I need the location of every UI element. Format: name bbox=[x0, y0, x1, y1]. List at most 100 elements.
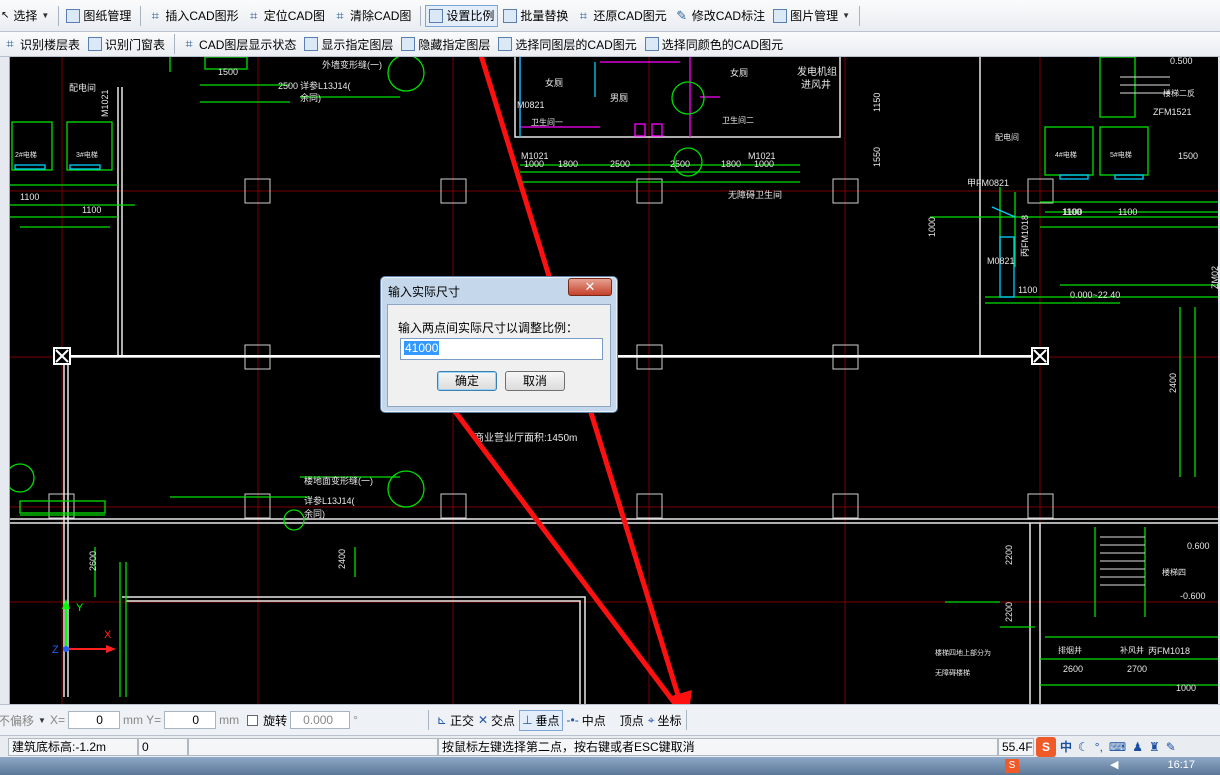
snap-label: 顶点 bbox=[619, 713, 644, 728]
shirt-icon[interactable]: ♜ bbox=[1149, 740, 1160, 754]
sogou-ime-icon[interactable]: S bbox=[1036, 736, 1056, 757]
dialog-prompt: 输入两点间实际尺寸以调整比例： bbox=[398, 321, 579, 335]
snap-coordinate[interactable]: ⌖ 坐标 bbox=[648, 712, 682, 729]
ok-button[interactable]: 确定 bbox=[437, 371, 497, 391]
modify-dim-icon: ✎ bbox=[676, 7, 688, 23]
drawing-text: 女厕 bbox=[730, 67, 748, 78]
modify-cad-dim-button[interactable]: ✎ 修改CAD标注 bbox=[672, 5, 768, 27]
image-manager-dropdown[interactable]: 图片管理 ▼ bbox=[770, 5, 853, 27]
actual-size-input[interactable]: 41000 bbox=[400, 338, 603, 360]
taskbar-app-icon[interactable]: S bbox=[1005, 759, 1019, 773]
taskbar: S ◀ 16:17 bbox=[0, 757, 1220, 775]
snap-vertex[interactable]: 顶点 bbox=[620, 712, 644, 729]
rotate-value: 0.000 bbox=[303, 713, 334, 727]
keyboard-icon[interactable]: ⌨ bbox=[1109, 740, 1126, 754]
drawing-text: 楼梯四地上部分为 bbox=[935, 648, 991, 657]
snap-ortho[interactable]: ⊾ 正交 bbox=[437, 712, 474, 729]
drawing-text: 配电间 bbox=[995, 132, 1019, 142]
snap-intersection[interactable]: ✕ 交点 bbox=[478, 712, 515, 729]
dim-text: 2500 bbox=[670, 159, 690, 169]
moon-icon[interactable]: ☾ bbox=[1078, 740, 1089, 754]
drawing-text: 发电机组 bbox=[797, 65, 837, 78]
drawing-text: 丙FM1018 bbox=[1148, 646, 1190, 656]
same-color-icon bbox=[644, 37, 659, 51]
y-label: mm Y= bbox=[122, 713, 162, 727]
select-dropdown[interactable]: ↖ 选择 ▼ bbox=[0, 5, 52, 27]
intersection-icon: ✕ bbox=[477, 713, 489, 727]
y-field[interactable]: 0 bbox=[164, 711, 217, 729]
batch-replace-button[interactable]: 批量替换 bbox=[500, 5, 571, 27]
dim-text: 2500 bbox=[278, 81, 298, 91]
elevation-status: 建筑底标高:-1.2m bbox=[8, 737, 138, 756]
clear-cad-button[interactable]: ⌗ 清除CAD图 bbox=[330, 5, 414, 27]
dialog-title: 输入实际尺寸 bbox=[388, 285, 461, 299]
dim-text: 1000 bbox=[927, 217, 937, 237]
drawing-text: 补风井 bbox=[1120, 645, 1144, 655]
cad-layer-state-button[interactable]: ⌗ CAD图层显示状态 bbox=[179, 33, 299, 55]
insert-cad-button[interactable]: ⌗ 插入CAD图形 bbox=[145, 5, 241, 27]
drawing-text: M0821 bbox=[517, 100, 545, 110]
identify-door-window-table-button[interactable]: 识别门窗表 bbox=[85, 33, 168, 55]
rotate-field[interactable]: 0.000 bbox=[290, 711, 351, 729]
drawing-text: 排烟井 bbox=[1058, 645, 1082, 655]
snap-midpoint[interactable]: -•- 中点 bbox=[567, 712, 606, 729]
chevron-down-icon: ▼ bbox=[842, 11, 851, 20]
ime-mode[interactable]: 中 bbox=[1060, 738, 1072, 755]
left-panel-strip[interactable] bbox=[0, 57, 10, 704]
coordinate-bar: 不偏移 ▼ X= 0 mm Y= 0 mm 旋转 0.000 ° ⊾ 正交 ✕ 交点… bbox=[0, 704, 1220, 735]
offset-select[interactable]: 不偏移 bbox=[0, 712, 34, 729]
insert-cad-icon: ⌗ bbox=[151, 7, 159, 23]
input-actual-size-dialog: 输入实际尺寸 ✕ 输入两点间实际尺寸以调整比例： 41000 确定 取消 bbox=[380, 276, 618, 413]
drawing-text: 楼地面变形缝(一) bbox=[304, 475, 373, 486]
drawing-text: 卫生间二 bbox=[722, 115, 754, 125]
drawing-text: 3#电梯 bbox=[76, 150, 98, 159]
dim-text: 1100 bbox=[1063, 207, 1082, 217]
set-scale-button[interactable]: 设置比例 bbox=[425, 4, 499, 27]
restore-cad-button[interactable]: ⌗ 还原CAD图元 bbox=[573, 5, 669, 27]
x-field[interactable]: 0 bbox=[67, 711, 120, 729]
drawing-text: 配电间 bbox=[69, 82, 96, 93]
drawing-text: 外墙变形缝(一) bbox=[322, 59, 382, 70]
snap-perpendicular[interactable]: ⊥ 垂点 bbox=[519, 709, 563, 731]
hide-layer-button[interactable]: 隐藏指定图层 bbox=[398, 33, 493, 55]
dim-text: 1100 bbox=[1118, 207, 1137, 217]
select-same-layer-button[interactable]: 选择同图层的CAD图元 bbox=[495, 33, 639, 55]
wrench-icon[interactable]: ✎ bbox=[1166, 740, 1176, 754]
dim-text: 2200 bbox=[1004, 545, 1014, 565]
show-layer-label: 显示指定图层 bbox=[321, 37, 394, 52]
drawing-manager-label: 图纸管理 bbox=[83, 9, 132, 23]
cad-cyan-elements bbox=[14, 57, 1144, 298]
identify-floor-label: 识别楼层表 bbox=[20, 37, 81, 52]
main-toolbar: ↖ 选择 ▼ 图纸管理 ⌗ 插入CAD图形 ⌗ 定位CAD图 ⌗ 清除CAD图 设置比… bbox=[0, 0, 1220, 32]
chevron-down-icon[interactable]: ▼ bbox=[38, 716, 46, 725]
speaker-icon[interactable]: ◀ bbox=[1110, 758, 1118, 771]
drawing-text: 无障碍卫生间 bbox=[728, 189, 782, 200]
dim-text: 2700 bbox=[1127, 664, 1147, 674]
cancel-button[interactable]: 取消 bbox=[505, 371, 565, 391]
dim-text: 1500 bbox=[218, 67, 238, 77]
select-same-color-button[interactable]: 选择同颜色的CAD图元 bbox=[642, 33, 786, 55]
degree-label: ° bbox=[353, 713, 358, 727]
dim-text: 1000 bbox=[754, 159, 774, 169]
drawing-text: 0.000~22.40 bbox=[1070, 290, 1120, 300]
drawing-manager-button[interactable]: 图纸管理 bbox=[63, 5, 134, 27]
locate-cad-icon: ⌗ bbox=[250, 7, 258, 23]
identify-door-icon bbox=[88, 37, 103, 51]
user-icon[interactable]: ♟ bbox=[1132, 740, 1143, 754]
dim-text: 1000 bbox=[524, 159, 544, 169]
modify-cad-dim-label: 修改CAD标注 bbox=[691, 9, 766, 23]
toolbar-separator bbox=[420, 5, 422, 26]
empty-status bbox=[188, 737, 438, 756]
snap-label: 正交 bbox=[449, 713, 474, 728]
drawing-text: 详参L13J14( bbox=[300, 80, 351, 91]
rotate-checkbox[interactable] bbox=[247, 714, 259, 726]
show-layer-button[interactable]: 显示指定图层 bbox=[301, 33, 396, 55]
svg-text:X: X bbox=[104, 629, 112, 641]
locate-cad-button[interactable]: ⌗ 定位CAD图 bbox=[244, 5, 328, 27]
image-manager-label: 图片管理 bbox=[790, 9, 839, 23]
clock[interactable]: 16:17 bbox=[1167, 759, 1195, 771]
close-button[interactable]: ✕ bbox=[568, 278, 612, 296]
identify-floor-table-button[interactable]: ⌗ 识别楼层表 bbox=[0, 33, 83, 55]
cursor-icon: ↖ bbox=[1, 10, 10, 21]
punct-icon[interactable]: °, bbox=[1095, 740, 1103, 754]
